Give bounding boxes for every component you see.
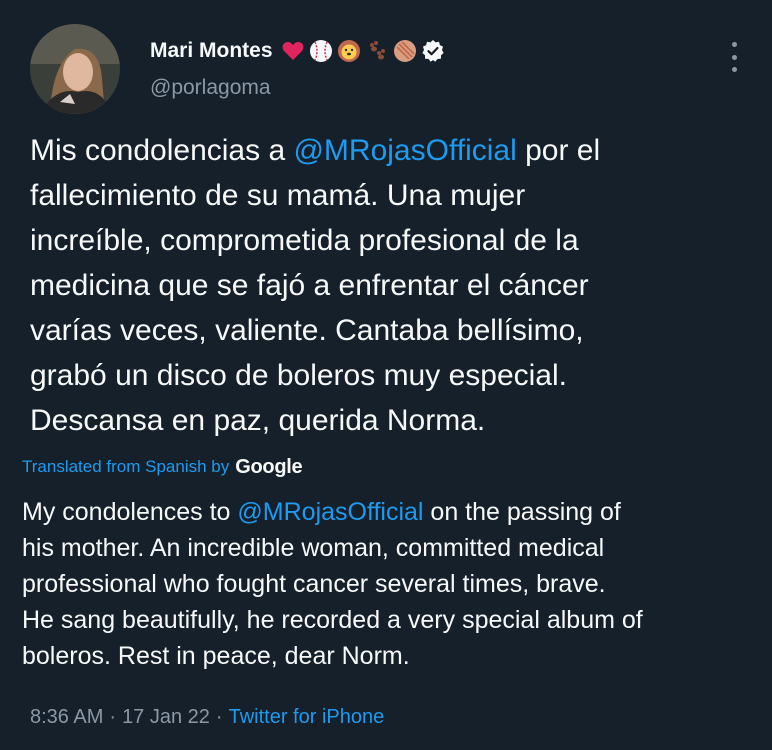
paw-prints-icon — [369, 41, 385, 60]
mention-link[interactable]: @MRojasOfficial — [293, 134, 516, 167]
user-name-row[interactable]: Mari Montes — [150, 36, 445, 66]
translated-label[interactable]: Translated from Spanish by — [22, 457, 229, 477]
translation-text-part: My condolences to — [22, 498, 238, 526]
verified-badge-icon — [421, 40, 444, 62]
tweet-source-link[interactable]: Twitter for iPhone — [229, 706, 385, 729]
tweet-text-part: Mis condolencias a — [30, 134, 294, 167]
tweet-meta: 8:36 AM · 17 Jan 22 · Twitter for iPhone — [30, 706, 384, 729]
display-name[interactable]: Mari Montes — [150, 39, 273, 63]
user-handle[interactable]: @porlagoma — [150, 76, 271, 100]
tweet-date[interactable]: 17 Jan 22 — [122, 706, 210, 729]
mention-link[interactable]: @MRojasOfficial — [237, 498, 423, 526]
separator: · — [215, 706, 223, 728]
baseball-icon — [309, 40, 332, 62]
separator: · — [109, 706, 117, 728]
google-logo: Google — [235, 455, 303, 478]
tweet-time[interactable]: 8:36 AM — [30, 706, 103, 729]
more-dot — [731, 67, 737, 72]
more-options-icon[interactable] — [724, 42, 744, 72]
cookie-icon — [393, 40, 416, 62]
lion-icon — [337, 40, 360, 62]
more-dot — [731, 42, 737, 47]
more-dot — [731, 54, 737, 60]
heart-icon — [282, 42, 303, 60]
translation-attribution: Translated from Spanish by Google — [22, 454, 303, 480]
tweet-text-part: por el fallecimiento de su mamá. Una muj… — [30, 134, 601, 437]
tweet-text: Mis condolencias a @MRojasOfficial por e… — [30, 128, 750, 443]
translated-text: My condolences to @MRojasOfficial on the… — [22, 494, 752, 674]
avatar-photo — [30, 24, 120, 114]
avatar[interactable] — [30, 24, 120, 114]
